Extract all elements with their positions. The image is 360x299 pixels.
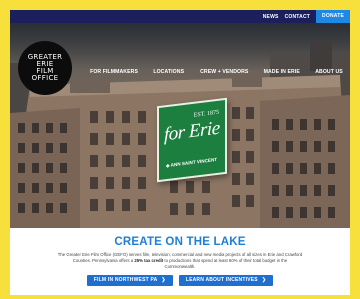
chevron-right-icon: ❯ [161,277,166,283]
building-sign: EST. 1875 for Erie ◆ ANN SAINT VINCENT [157,97,227,183]
nav-made-in-erie[interactable]: MADE IN ERIE [264,69,300,75]
utility-bar: NEWS CONTACT DONATE [10,10,350,23]
intro-text-bold: 25% tax credit [134,258,164,263]
button-label: FILM IN NORTHWEST PA [93,277,158,283]
contact-link[interactable]: CONTACT [285,14,310,20]
donate-button[interactable]: DONATE [316,10,350,23]
nav-crew-vendors[interactable]: CREW + VENDORS [200,69,248,75]
sign-main-text: for Erie [164,117,220,146]
intro-text-2: to productions that spend at least 60% o… [163,258,288,269]
cta-buttons: FILM IN NORTHWEST PA ❯ LEARN ABOUT INCENT… [10,275,350,286]
button-label: LEARN ABOUT INCENTIVES [185,277,258,283]
nav-about-us[interactable]: ABOUT US [315,69,343,75]
news-link[interactable]: NEWS [263,14,279,20]
logo-text-line4: OFFICE [31,74,59,82]
section-headline: CREATE ON THE LAKE [114,236,246,248]
sign-sub-text: ◆ ANN SAINT VINCENT [166,156,218,169]
chevron-right-icon: ❯ [261,277,267,283]
main-navigation: FOR FILMMAKERS LOCATIONS CREW + VENDORS … [88,66,344,78]
film-in-northwest-pa-button[interactable]: FILM IN NORTHWEST PA ❯ [86,275,173,286]
intro-paragraph: The Greater Erie Film Office (GEFO) serv… [57,252,303,270]
hero-image: GREATER ERIE FILM OFFICE FOR FILMMAKERS … [10,23,350,228]
learn-about-incentives-button[interactable]: LEARN ABOUT INCENTIVES ❯ [178,275,274,286]
intro-section: CREATE ON THE LAKE The Greater Erie Film… [10,228,350,295]
page-frame: NEWS CONTACT DONATE GREATER ERIE FILM OF… [10,10,350,295]
nav-locations[interactable]: LOCATIONS [154,69,185,75]
gefo-logo[interactable]: GREATER ERIE FILM OFFICE [18,41,72,95]
nav-for-filmmakers[interactable]: FOR FILMMAKERS [90,69,138,75]
